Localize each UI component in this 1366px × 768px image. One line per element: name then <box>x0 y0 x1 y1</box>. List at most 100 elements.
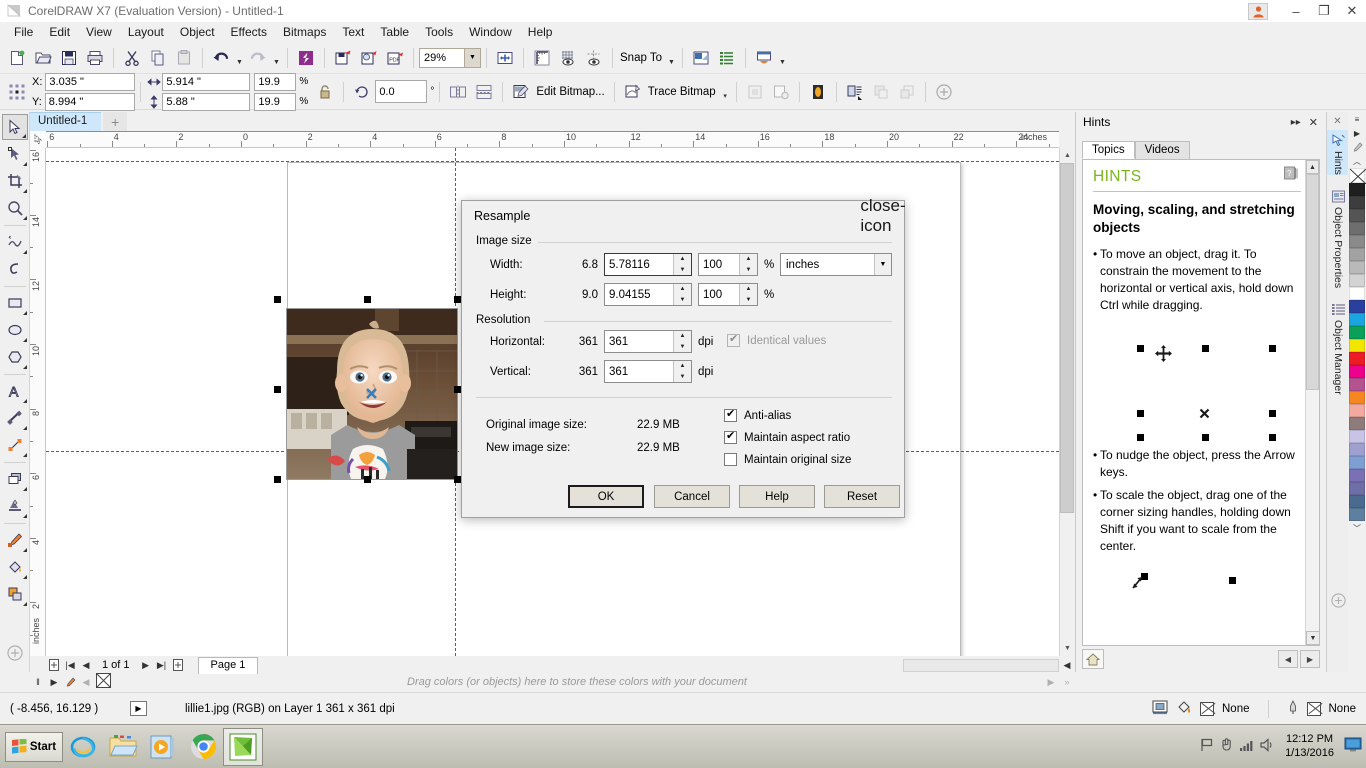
tray-network-icon[interactable] <box>1239 738 1255 755</box>
start-button[interactable]: Start <box>5 732 63 762</box>
palette-prev-icon[interactable]: ◀ <box>78 674 94 690</box>
spin-down-icon[interactable]: ▼ <box>674 295 691 306</box>
options-button[interactable] <box>688 45 714 71</box>
mirror-vertical-button[interactable] <box>471 79 497 105</box>
flyout-arrow-icon[interactable] <box>23 365 27 369</box>
taskbar-internet-explorer[interactable] <box>63 728 103 766</box>
scrollbar-thumb[interactable] <box>1306 174 1319 390</box>
trace-bitmap-label[interactable]: Trace Bitmap <box>646 86 720 98</box>
horizontal-spinner[interactable]: ▲▼ <box>673 331 691 352</box>
object-width-input[interactable]: 5.914 " <box>162 73 250 91</box>
ellipse-tool[interactable] <box>2 317 28 343</box>
minimize-button[interactable]: – <box>1282 0 1310 22</box>
page-tab-page-1[interactable]: Page 1 <box>198 657 259 674</box>
spin-up-icon[interactable]: ▲ <box>674 331 691 342</box>
transparency-button[interactable] <box>805 79 831 105</box>
tab-topics[interactable]: Topics <box>1082 141 1135 159</box>
home-icon[interactable] <box>1082 649 1104 669</box>
show-rulers-button[interactable] <box>529 45 555 71</box>
menu-effects[interactable]: Effects <box>223 23 275 41</box>
scroll-up-icon[interactable]: ▲ <box>1306 160 1319 174</box>
launcher-chevron-down-icon[interactable]: ▼ <box>777 46 788 70</box>
horizontal-ruler[interactable]: 642024681012141618202224inches <box>46 131 1059 148</box>
ruler-origin-icon[interactable] <box>30 131 46 148</box>
palette-swatch[interactable] <box>1349 495 1365 508</box>
y-position-input[interactable]: 8.994 " <box>45 93 135 111</box>
flyout-arrow-icon[interactable] <box>22 134 26 138</box>
add-page-before-icon[interactable] <box>46 657 62 673</box>
palette-swatch[interactable] <box>1349 508 1365 521</box>
pick-tool[interactable] <box>2 114 28 140</box>
menu-bitmaps[interactable]: Bitmaps <box>275 23 334 41</box>
menu-edit[interactable]: Edit <box>41 23 78 41</box>
show-guidelines-button[interactable] <box>581 45 607 71</box>
scale-width-input[interactable]: 19.9 <box>254 73 296 91</box>
back-arrow-icon[interactable]: ◀ <box>1278 650 1298 668</box>
taskbar-google-chrome[interactable] <box>183 728 223 766</box>
spin-up-icon[interactable]: ▲ <box>674 254 691 265</box>
palette-grip[interactable]: ‖ <box>30 674 46 690</box>
taskbar-file-explorer[interactable] <box>103 728 143 766</box>
width-input[interactable]: 5.78116 ▲▼ <box>604 253 692 276</box>
next-page-icon[interactable]: ▶ <box>138 657 154 673</box>
ok-button[interactable]: OK <box>568 485 644 508</box>
selection-handle-bottom-center[interactable] <box>364 476 371 483</box>
palette-swatch[interactable] <box>1349 235 1365 248</box>
print-button[interactable] <box>82 45 108 71</box>
redo-dropdown-chevron-down-icon[interactable]: ▼ <box>271 46 282 70</box>
palette-swatch[interactable] <box>1349 404 1365 417</box>
new-document-tab-button[interactable]: + <box>103 112 127 131</box>
units-combo[interactable]: inches ▼ <box>780 253 892 276</box>
undo-dropdown-chevron-down-icon[interactable]: ▼ <box>234 46 245 70</box>
add-docker-icon[interactable] <box>1327 592 1349 609</box>
import-button[interactable] <box>330 45 356 71</box>
height-spinner[interactable]: ▲▼ <box>673 284 691 305</box>
cancel-button[interactable]: Cancel <box>654 485 730 508</box>
flyout-arrow-icon[interactable] <box>23 189 27 193</box>
selection-handle-top-center[interactable] <box>364 296 371 303</box>
menu-table[interactable]: Table <box>372 23 417 41</box>
menu-window[interactable]: Window <box>461 23 520 41</box>
rectangle-tool[interactable] <box>2 290 28 316</box>
show-grid-button[interactable] <box>555 45 581 71</box>
flyout-arrow-icon[interactable] <box>23 602 27 606</box>
zoom-level-combo[interactable]: 29% ▼ <box>419 48 481 68</box>
anti-alias-checkbox[interactable]: Anti-alias <box>724 409 791 422</box>
new-document-button[interactable] <box>4 45 30 71</box>
taskbar-media-player[interactable] <box>143 728 183 766</box>
palette-swatch[interactable] <box>1349 456 1365 469</box>
scroll-up-icon[interactable]: ▲ <box>1060 148 1075 163</box>
maintain-original-size-checkbox[interactable]: Maintain original size <box>724 453 851 466</box>
horizontal-scroll-area[interactable]: ◀ <box>903 657 1075 673</box>
flyout-arrow-icon[interactable] <box>23 216 27 220</box>
undo-button[interactable] <box>208 45 234 71</box>
expand-status-icon[interactable]: ▶ <box>130 701 147 716</box>
eyedropper-icon[interactable] <box>1348 140 1366 154</box>
close-icon[interactable]: close-icon <box>866 202 900 230</box>
spin-up-icon[interactable]: ▲ <box>740 284 757 295</box>
scroll-down-icon[interactable]: ▼ <box>1060 641 1075 656</box>
palette-swatch[interactable] <box>1349 326 1365 339</box>
maintain-aspect-ratio-checkbox[interactable]: Maintain aspect ratio <box>724 431 850 444</box>
close-button[interactable]: ✕ <box>1338 0 1366 22</box>
x-position-input[interactable]: 3.035 " <box>45 73 135 91</box>
selection-handle-middle-left[interactable] <box>274 386 281 393</box>
straight-line-connector-tool[interactable] <box>2 432 28 458</box>
last-page-icon[interactable]: ▶| <box>154 657 170 673</box>
reset-button[interactable]: Reset <box>824 485 900 508</box>
fill-bucket-icon[interactable] <box>1176 700 1192 718</box>
no-color-swatch[interactable] <box>1349 168 1365 183</box>
menu-view[interactable]: View <box>78 23 120 41</box>
scrollbar-thumb[interactable] <box>1060 163 1074 513</box>
drop-shadow-tool[interactable] <box>2 466 28 492</box>
chevron-double-right-icon[interactable]: ▸▸ <box>1287 117 1305 128</box>
save-document-button[interactable] <box>56 45 82 71</box>
palette-swatch[interactable] <box>1349 378 1365 391</box>
trace-bitmap-chevron-down-icon[interactable]: ▾ <box>720 80 731 104</box>
flyout-arrow-icon[interactable] <box>23 399 27 403</box>
application-launcher-button[interactable] <box>751 45 777 71</box>
flyout-arrow-icon[interactable] <box>23 453 27 457</box>
menu-help[interactable]: Help <box>520 23 561 41</box>
flyout-arrow-icon[interactable] <box>23 311 27 315</box>
palette-swatch[interactable] <box>1349 196 1365 209</box>
